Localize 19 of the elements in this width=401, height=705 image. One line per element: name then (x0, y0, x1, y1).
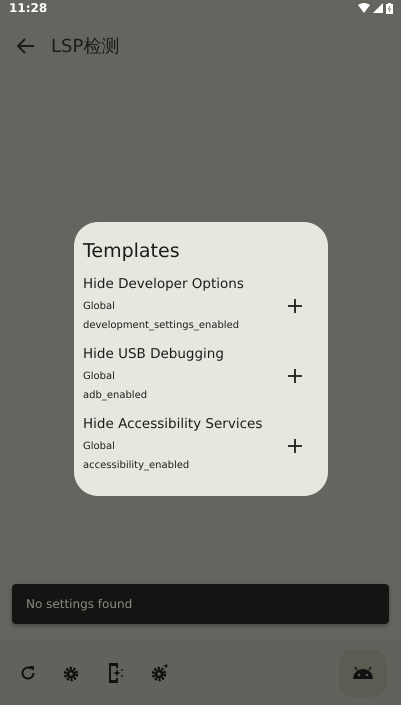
android-icon (352, 666, 374, 680)
template-key: development_settings_enabled (83, 316, 283, 335)
template-scope: Global (83, 370, 116, 384)
android-fab[interactable] (339, 648, 387, 696)
status-time: 11:28 (9, 1, 48, 15)
screen-title: LSP检测 (51, 35, 120, 58)
signal-icon (373, 3, 383, 13)
template-name: Hide Developer Options (83, 276, 245, 292)
template-key: adb_enabled (83, 386, 283, 405)
template-key: accessibility_enabled (83, 456, 283, 475)
template-scope: Global (83, 440, 116, 454)
wifi-icon (358, 3, 370, 13)
back-arrow-icon[interactable] (16, 36, 36, 56)
template-name: Hide Accessibility Services (83, 416, 264, 432)
snackbar-message: No settings found (12, 584, 389, 624)
template-scope: Global (83, 300, 116, 314)
battery-icon (386, 2, 393, 14)
template-name: Hide USB Debugging (83, 346, 225, 362)
dialog-title: Templates (83, 240, 181, 262)
